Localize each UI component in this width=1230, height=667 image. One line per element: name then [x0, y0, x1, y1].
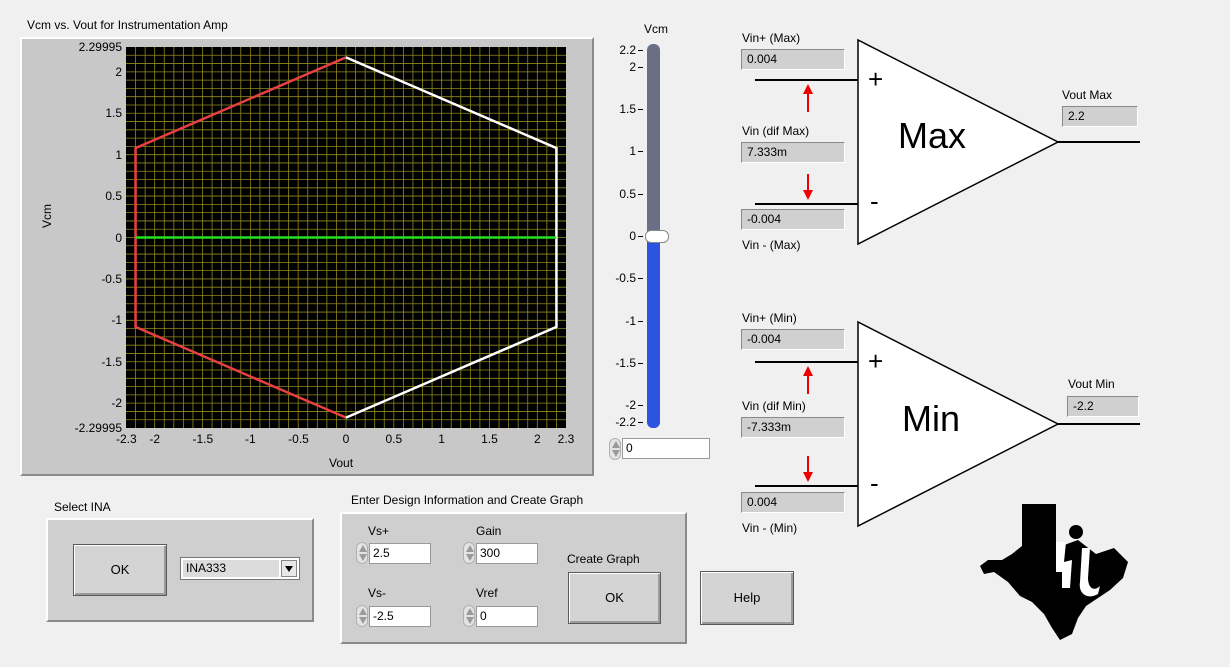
red-arrow-icon	[803, 84, 813, 112]
ti-texas-logo	[980, 504, 1128, 640]
x-axis-label: Vout	[329, 456, 354, 470]
y-tick-label: 1.5	[105, 106, 122, 121]
x-tick-label: 1.5	[481, 432, 498, 446]
red-arrow-icon	[803, 456, 813, 482]
slider-tick-mark	[638, 320, 643, 322]
slider-tick-label: 2	[629, 59, 636, 74]
slider-tick-mark	[638, 193, 643, 195]
y-tick-label: -1	[111, 313, 122, 328]
amp-max-minus-sign: -	[870, 186, 879, 216]
x-tick-label: -0.5	[288, 432, 309, 446]
amp-min-minus-sign: -	[870, 468, 879, 498]
slider-tick-mark	[638, 278, 643, 280]
gain-label: Gain	[476, 524, 502, 538]
create-graph-label: Create Graph	[567, 552, 640, 566]
slider-thumb[interactable]	[645, 230, 669, 243]
x-tick-label: 0.5	[385, 432, 403, 446]
y-tick-label: 2.29995	[78, 40, 122, 54]
ina-select-value: INA333	[183, 560, 279, 577]
x-tick-label: -1.5	[192, 432, 214, 446]
slider-label: Vcm	[644, 22, 668, 36]
vs-minus-spinner[interactable]	[356, 605, 368, 627]
slider-tick-label: 1.5	[619, 102, 636, 117]
slider-tick-label: -1.5	[615, 355, 636, 370]
vref-input[interactable]: 0	[476, 606, 538, 627]
select-ina-title: Select INA	[54, 500, 111, 514]
y-tick-label: -2	[111, 396, 122, 411]
amp-max-label: Max	[898, 115, 967, 156]
vout-min-label: Vout Min	[1068, 377, 1115, 391]
vref-spinner[interactable]	[463, 605, 475, 627]
vout-max-indicator: 2.2	[1062, 106, 1138, 127]
amp-min-plus-sign: +	[868, 346, 884, 376]
amp-min-label: Min	[902, 398, 961, 439]
x-tick-label: 2.3	[557, 432, 575, 446]
vs-minus-label: Vs-	[368, 586, 386, 600]
y-tick-label: 2	[115, 64, 122, 79]
amp-max-plus-sign: +	[868, 64, 884, 94]
slider-tick-mark	[638, 151, 643, 153]
slider-tick-mark	[638, 362, 643, 364]
y-tick-label: 0	[115, 230, 122, 245]
dropdown-arrow-icon[interactable]	[281, 560, 297, 577]
gain-input[interactable]: 300	[476, 543, 538, 564]
ina-select[interactable]: INA333	[180, 557, 300, 580]
gain-spinner[interactable]	[463, 542, 475, 564]
x-tick-label: 0	[342, 432, 350, 446]
slider-tick-label: -1	[625, 313, 636, 328]
vs-minus-input[interactable]: -2.5	[369, 606, 431, 627]
vout-min-indicator: -2.2	[1067, 396, 1139, 417]
select-ina-ok-button[interactable]: OK	[73, 544, 167, 596]
x-tick-label: -1	[245, 432, 256, 446]
slider-tick-mark	[638, 236, 643, 237]
slider-tick-mark	[638, 405, 643, 407]
red-arrow-icon	[803, 174, 813, 200]
design-title: Enter Design Information and Create Grap…	[351, 493, 584, 507]
y-tick-label: -1.5	[101, 354, 122, 369]
slider-tick-label: 0	[629, 229, 636, 243]
x-tick-label: 1	[438, 432, 445, 446]
x-tick-label: 2	[533, 432, 541, 446]
y-tick-label: 1	[115, 147, 122, 162]
vs-plus-label: Vs+	[368, 524, 390, 538]
help-button[interactable]: Help	[700, 571, 794, 625]
slider-tick-label: 2.2	[619, 43, 636, 57]
create-graph-ok-button[interactable]: OK	[568, 572, 661, 624]
slider-tick-mark	[638, 50, 643, 51]
y-tick-label: 0.5	[105, 189, 122, 204]
slider-tick-label: -2	[625, 398, 636, 413]
vout-max-label: Vout Max	[1062, 88, 1113, 102]
slider-tick-label: -0.5	[615, 271, 636, 286]
slider-value-input[interactable]: 0	[622, 438, 710, 459]
slider-tick-mark	[638, 422, 643, 423]
slider-value-spinner[interactable]	[609, 438, 621, 460]
vs-plus-input[interactable]: 2.5	[369, 543, 431, 564]
slider-tick-label: -2.2	[615, 415, 636, 429]
x-tick-label: -2	[149, 432, 161, 446]
red-arrow-icon	[803, 366, 813, 394]
y-axis-label: Vcm	[40, 204, 54, 228]
y-tick-label: -0.5	[101, 271, 122, 286]
slider-tick-label: 1	[629, 144, 636, 159]
y-tick-label: -2.29995	[74, 421, 122, 435]
slider-tick-mark	[638, 109, 643, 111]
vref-label: Vref	[476, 586, 498, 600]
vs-plus-spinner[interactable]	[356, 542, 368, 564]
slider-tick-mark	[638, 66, 643, 68]
slider-fill	[647, 236, 660, 428]
slider-tick-label: 0.5	[619, 186, 636, 201]
